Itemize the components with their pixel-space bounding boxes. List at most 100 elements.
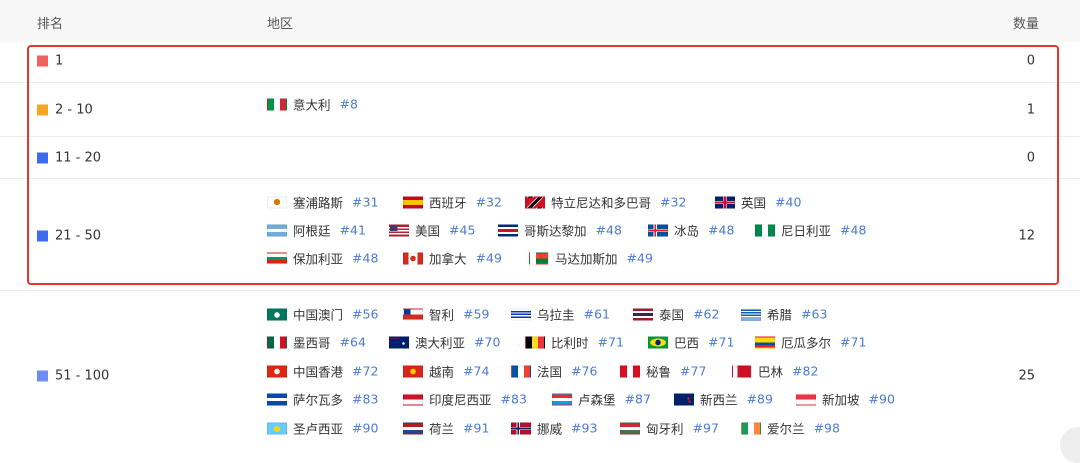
- rank-label: 2 - 10: [55, 102, 93, 118]
- brazil-flag-icon: [648, 336, 668, 348]
- nigeria-flag-icon: [755, 224, 775, 236]
- rank-cell: 1: [37, 54, 63, 69]
- country-ecuador[interactable]: 厄瓜多尔 #71: [755, 333, 866, 352]
- iceland-flag-icon: [648, 224, 668, 236]
- table-row: [0, 136, 1080, 179]
- rank-label: 21 - 50: [55, 228, 102, 244]
- country-new-zealand[interactable]: 新西兰 #89: [674, 390, 773, 409]
- usa-flag-icon: [389, 224, 409, 236]
- bulgaria-flag-icon: [267, 252, 287, 264]
- country-vietnam[interactable]: 越南 #74: [403, 362, 489, 381]
- table-row: [0, 82, 1080, 137]
- rank-cell: 51 - 100: [37, 369, 109, 384]
- cyprus-flag-icon: [267, 196, 287, 208]
- hong-kong-flag-icon: [267, 365, 287, 377]
- el-salvador-flag-icon: [267, 393, 287, 405]
- count-cell: 1: [1026, 102, 1035, 118]
- australia-flag-icon: [389, 336, 409, 348]
- spain-flag-icon: [403, 196, 423, 208]
- peru-flag-icon: [620, 365, 640, 377]
- uk-flag-icon: [715, 196, 735, 208]
- rank-color-square: [37, 370, 48, 382]
- saint-lucia-flag-icon: [267, 422, 287, 434]
- rank-label: 11 - 20: [55, 150, 102, 166]
- country-peru[interactable]: 秘鲁 #77: [620, 362, 706, 381]
- netherlands-flag-icon: [403, 422, 423, 434]
- rank-color-square: [37, 230, 48, 242]
- mexico-flag-icon: [267, 336, 287, 348]
- greece-flag-icon: [741, 308, 761, 320]
- country-bulgaria[interactable]: 保加利亚 #48: [267, 249, 378, 268]
- country-singapore[interactable]: 新加坡 #90: [796, 390, 895, 409]
- country-chile[interactable]: 智利 #59: [403, 305, 489, 324]
- country-belgium[interactable]: 比利时 #71: [525, 333, 624, 352]
- country-argentina[interactable]: 阿根廷 #41: [267, 221, 366, 240]
- country-france[interactable]: 法国 #76: [511, 362, 597, 381]
- country-trinidad-and-tobago[interactable]: 特立尼达和多巴哥 #32: [525, 193, 686, 212]
- count-cell: 25: [1018, 368, 1035, 384]
- costa-rica-flag-icon: [498, 224, 518, 236]
- country-italy[interactable]: 意大利 #8: [267, 95, 358, 114]
- chile-flag-icon: [403, 308, 423, 320]
- country-ireland[interactable]: 爱尔兰 #98: [741, 419, 840, 438]
- rank-color-square: [37, 55, 48, 67]
- country-netherlands[interactable]: 荷兰 #91: [403, 419, 489, 438]
- country-nigeria[interactable]: 尼日利亚 #48: [755, 221, 866, 240]
- france-flag-icon: [511, 365, 531, 377]
- country-hong-kong[interactable]: 中国香港 #72: [267, 362, 378, 381]
- country-greece[interactable]: 希腊 #63: [741, 305, 827, 324]
- country-uk[interactable]: 英国 #40: [715, 193, 801, 212]
- singapore-flag-icon: [796, 393, 816, 405]
- argentina-flag-icon: [267, 224, 287, 236]
- hungary-flag-icon: [620, 422, 640, 434]
- vietnam-flag-icon: [403, 365, 423, 377]
- rank-color-square: [37, 104, 48, 116]
- table-row: [0, 42, 1080, 83]
- macau-flag-icon: [267, 308, 287, 320]
- country-thailand[interactable]: 泰国 #62: [633, 305, 719, 324]
- country-brazil[interactable]: 巴西 #71: [648, 333, 734, 352]
- country-australia[interactable]: 澳大利亚 #70: [389, 333, 500, 352]
- rank-cell: 21 - 50: [37, 229, 101, 244]
- country-iceland[interactable]: 冰岛 #48: [648, 221, 734, 240]
- rank-column-header: 排名: [37, 17, 64, 32]
- rank-label: 51 - 100: [55, 368, 110, 384]
- madagascar-flag-icon: [529, 252, 549, 264]
- country-costa-rica[interactable]: 哥斯达黎加 #48: [498, 221, 622, 240]
- count-cell: 0: [1026, 150, 1035, 166]
- corner-avatar: [1060, 427, 1080, 463]
- country-hungary[interactable]: 匈牙利 #97: [620, 419, 719, 438]
- canada-flag-icon: [403, 252, 423, 264]
- country-el-salvador[interactable]: 萨尔瓦多 #83: [267, 390, 378, 409]
- country-spain[interactable]: 西班牙 #32: [403, 193, 502, 212]
- country-canada[interactable]: 加拿大 #49: [403, 249, 502, 268]
- belgium-flag-icon: [525, 336, 545, 348]
- rank-cell: 11 - 20: [37, 151, 101, 166]
- region-column-header: 地区: [267, 17, 294, 32]
- count-cell: 0: [1026, 53, 1035, 69]
- rank-cell: 2 - 10: [37, 103, 93, 118]
- country-cyprus[interactable]: 塞浦路斯 #31: [267, 193, 378, 212]
- country-mexico[interactable]: 墨西哥 #64: [267, 333, 366, 352]
- count-cell: 12: [1018, 228, 1035, 244]
- country-uruguay[interactable]: 乌拉圭 #61: [511, 305, 610, 324]
- bahrain-flag-icon: [732, 365, 752, 377]
- trinidad-flag-icon: [525, 196, 545, 208]
- uruguay-flag-icon: [511, 308, 531, 320]
- ireland-flag-icon: [741, 422, 761, 434]
- country-saint-lucia[interactable]: 圣卢西亚 #90: [267, 419, 378, 438]
- country-luxembourg[interactable]: 卢森堡 #87: [552, 390, 651, 409]
- country-madagascar[interactable]: 马达加斯加 #49: [529, 249, 653, 268]
- count-column-header: 数量: [1013, 17, 1040, 32]
- indonesia-flag-icon: [403, 393, 423, 405]
- country-bahrain[interactable]: 巴林 #82: [732, 362, 818, 381]
- country-indonesia[interactable]: 印度尼西亚 #83: [403, 390, 527, 409]
- rank-color-square: [37, 152, 48, 164]
- country-norway[interactable]: 挪威 #93: [511, 419, 597, 438]
- table-header: 排名 地区 数量: [0, 0, 1080, 42]
- country-macau[interactable]: 中国澳门 #56: [267, 305, 378, 324]
- italy-flag-icon: [267, 98, 287, 110]
- norway-flag-icon: [511, 422, 531, 434]
- country-usa[interactable]: 美国 #45: [389, 221, 475, 240]
- new-zealand-flag-icon: [674, 393, 694, 405]
